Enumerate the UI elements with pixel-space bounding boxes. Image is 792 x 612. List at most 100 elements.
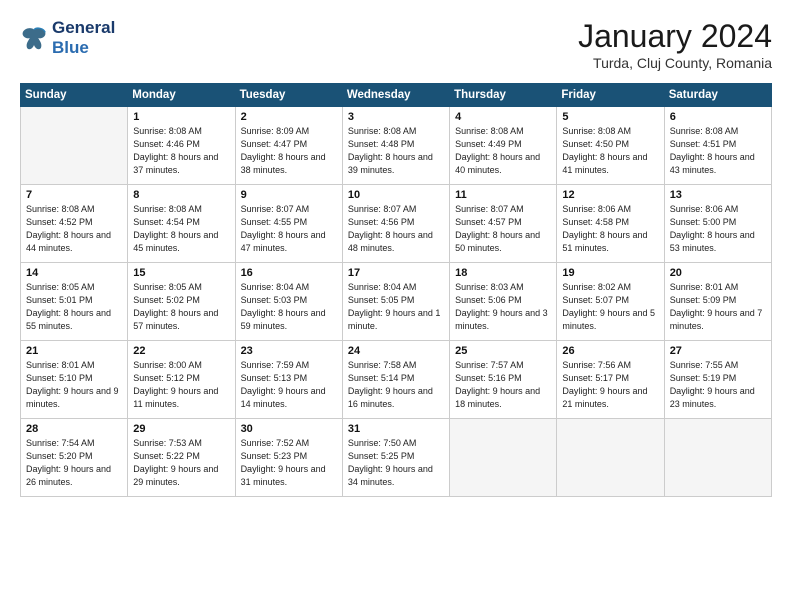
day-number: 17	[348, 267, 444, 279]
calendar-cell: 27 Sunrise: 7:55 AMSunset: 5:19 PMDayligh…	[664, 341, 771, 419]
day-info: Sunrise: 7:53 AMSunset: 5:22 PMDaylight:…	[133, 437, 229, 489]
calendar-cell: 15 Sunrise: 8:05 AMSunset: 5:02 PMDayligh…	[128, 263, 235, 341]
day-info: Sunrise: 7:56 AMSunset: 5:17 PMDaylight:…	[562, 359, 658, 411]
calendar-cell: 31 Sunrise: 7:50 AMSunset: 5:25 PMDayligh…	[342, 419, 449, 497]
day-info: Sunrise: 8:06 AMSunset: 4:58 PMDaylight:…	[562, 203, 658, 255]
day-info: Sunrise: 8:04 AMSunset: 5:03 PMDaylight:…	[241, 281, 337, 333]
calendar-cell: 23 Sunrise: 7:59 AMSunset: 5:13 PMDayligh…	[235, 341, 342, 419]
day-number: 3	[348, 111, 444, 123]
day-info: Sunrise: 8:04 AMSunset: 5:05 PMDaylight:…	[348, 281, 444, 333]
weekday-header-monday: Monday	[128, 84, 235, 107]
calendar-cell: 4Sunrise: 8:08 AMSunset: 4:49 PMDaylight…	[450, 107, 557, 185]
calendar-cell: 25 Sunrise: 7:57 AMSunset: 5:16 PMDayligh…	[450, 341, 557, 419]
day-info: Sunrise: 8:05 AMSunset: 5:02 PMDaylight:…	[133, 281, 229, 333]
calendar-cell: 6 Sunrise: 8:08 AMSunset: 4:51 PMDaylight…	[664, 107, 771, 185]
calendar-cell: 18 Sunrise: 8:03 AMSunset: 5:06 PMDayligh…	[450, 263, 557, 341]
day-number: 9	[241, 189, 337, 201]
day-info: Sunrise: 7:59 AMSunset: 5:13 PMDaylight:…	[241, 359, 337, 411]
calendar-cell: 26 Sunrise: 7:56 AMSunset: 5:17 PMDayligh…	[557, 341, 664, 419]
calendar-cell: 16 Sunrise: 8:04 AMSunset: 5:03 PMDayligh…	[235, 263, 342, 341]
week-row-1: 1Sunrise: 8:08 AMSunset: 4:46 PMDaylight…	[21, 107, 772, 185]
calendar-cell: 1Sunrise: 8:08 AMSunset: 4:46 PMDaylight…	[128, 107, 235, 185]
calendar-cell: 9 Sunrise: 8:07 AMSunset: 4:55 PMDaylight…	[235, 185, 342, 263]
day-number: 14	[26, 267, 122, 279]
day-info: Sunrise: 8:01 AMSunset: 5:09 PMDaylight:…	[670, 281, 766, 333]
logo: General Blue	[20, 18, 115, 57]
day-number: 20	[670, 267, 766, 279]
calendar-cell: 8Sunrise: 8:08 AMSunset: 4:54 PMDaylight…	[128, 185, 235, 263]
day-number: 10	[348, 189, 444, 201]
calendar-cell: 5Sunrise: 8:08 AMSunset: 4:50 PMDaylight…	[557, 107, 664, 185]
calendar-table: SundayMondayTuesdayWednesdayThursdayFrid…	[20, 83, 772, 497]
calendar-cell: 28Sunrise: 7:54 AMSunset: 5:20 PMDayligh…	[21, 419, 128, 497]
weekday-header-saturday: Saturday	[664, 84, 771, 107]
day-number: 23	[241, 345, 337, 357]
day-info: Sunrise: 8:08 AMSunset: 4:48 PMDaylight:…	[348, 125, 444, 177]
day-info: Sunrise: 8:07 AMSunset: 4:57 PMDaylight:…	[455, 203, 551, 255]
page-container: General Blue January 2024 Turda, Cluj Co…	[0, 0, 792, 507]
calendar-cell: 21 Sunrise: 8:01 AMSunset: 5:10 PMDayligh…	[21, 341, 128, 419]
day-number: 21	[26, 345, 122, 357]
logo-text: General Blue	[52, 18, 115, 57]
day-number: 7	[26, 189, 122, 201]
calendar-cell: 13 Sunrise: 8:06 AMSunset: 5:00 PMDayligh…	[664, 185, 771, 263]
calendar-cell	[664, 419, 771, 497]
day-info: Sunrise: 8:01 AMSunset: 5:10 PMDaylight:…	[26, 359, 122, 411]
calendar-cell: 10 Sunrise: 8:07 AMSunset: 4:56 PMDayligh…	[342, 185, 449, 263]
day-info: Sunrise: 7:54 AMSunset: 5:20 PMDaylight:…	[26, 437, 122, 489]
day-info: Sunrise: 7:57 AMSunset: 5:16 PMDaylight:…	[455, 359, 551, 411]
day-number: 12	[562, 189, 658, 201]
day-number: 8	[133, 189, 229, 201]
day-number: 15	[133, 267, 229, 279]
week-row-5: 28Sunrise: 7:54 AMSunset: 5:20 PMDayligh…	[21, 419, 772, 497]
calendar-cell: 30 Sunrise: 7:52 AMSunset: 5:23 PMDayligh…	[235, 419, 342, 497]
logo-general: General	[52, 18, 115, 37]
day-info: Sunrise: 8:07 AMSunset: 4:55 PMDaylight:…	[241, 203, 337, 255]
day-number: 19	[562, 267, 658, 279]
day-info: Sunrise: 8:09 AMSunset: 4:47 PMDaylight:…	[241, 125, 337, 177]
day-info: Sunrise: 8:08 AMSunset: 4:51 PMDaylight:…	[670, 125, 766, 177]
day-number: 24	[348, 345, 444, 357]
day-number: 26	[562, 345, 658, 357]
calendar-cell: 14Sunrise: 8:05 AMSunset: 5:01 PMDayligh…	[21, 263, 128, 341]
day-info: Sunrise: 7:55 AMSunset: 5:19 PMDaylight:…	[670, 359, 766, 411]
day-number: 16	[241, 267, 337, 279]
title-block: January 2024 Turda, Cluj County, Romania	[578, 18, 772, 71]
calendar-cell	[450, 419, 557, 497]
day-info: Sunrise: 7:50 AMSunset: 5:25 PMDaylight:…	[348, 437, 444, 489]
day-number: 30	[241, 423, 337, 435]
day-number: 6	[670, 111, 766, 123]
day-info: Sunrise: 8:06 AMSunset: 5:00 PMDaylight:…	[670, 203, 766, 255]
calendar-cell	[557, 419, 664, 497]
logo-blue: Blue	[52, 38, 89, 57]
day-number: 1	[133, 111, 229, 123]
day-info: Sunrise: 8:07 AMSunset: 4:56 PMDaylight:…	[348, 203, 444, 255]
day-number: 25	[455, 345, 551, 357]
calendar-cell: 24Sunrise: 7:58 AMSunset: 5:14 PMDayligh…	[342, 341, 449, 419]
calendar-cell: 11 Sunrise: 8:07 AMSunset: 4:57 PMDayligh…	[450, 185, 557, 263]
weekday-header-friday: Friday	[557, 84, 664, 107]
day-number: 18	[455, 267, 551, 279]
day-number: 27	[670, 345, 766, 357]
calendar-cell: 29Sunrise: 7:53 AMSunset: 5:22 PMDayligh…	[128, 419, 235, 497]
day-number: 5	[562, 111, 658, 123]
header: General Blue January 2024 Turda, Cluj Co…	[20, 18, 772, 71]
calendar-cell: 19 Sunrise: 8:02 AMSunset: 5:07 PMDayligh…	[557, 263, 664, 341]
day-info: Sunrise: 8:02 AMSunset: 5:07 PMDaylight:…	[562, 281, 658, 333]
logo-icon	[20, 24, 48, 52]
calendar-cell: 22Sunrise: 8:00 AMSunset: 5:12 PMDayligh…	[128, 341, 235, 419]
week-row-2: 7Sunrise: 8:08 AMSunset: 4:52 PMDaylight…	[21, 185, 772, 263]
day-number: 31	[348, 423, 444, 435]
month-title: January 2024	[578, 18, 772, 55]
day-number: 11	[455, 189, 551, 201]
week-row-3: 14Sunrise: 8:05 AMSunset: 5:01 PMDayligh…	[21, 263, 772, 341]
day-info: Sunrise: 8:03 AMSunset: 5:06 PMDaylight:…	[455, 281, 551, 333]
day-info: Sunrise: 7:52 AMSunset: 5:23 PMDaylight:…	[241, 437, 337, 489]
week-row-4: 21 Sunrise: 8:01 AMSunset: 5:10 PMDayligh…	[21, 341, 772, 419]
day-number: 13	[670, 189, 766, 201]
weekday-header-wednesday: Wednesday	[342, 84, 449, 107]
weekday-header-sunday: Sunday	[21, 84, 128, 107]
calendar-cell: 17 Sunrise: 8:04 AMSunset: 5:05 PMDayligh…	[342, 263, 449, 341]
calendar-cell: 20 Sunrise: 8:01 AMSunset: 5:09 PMDayligh…	[664, 263, 771, 341]
location-subtitle: Turda, Cluj County, Romania	[578, 55, 772, 71]
